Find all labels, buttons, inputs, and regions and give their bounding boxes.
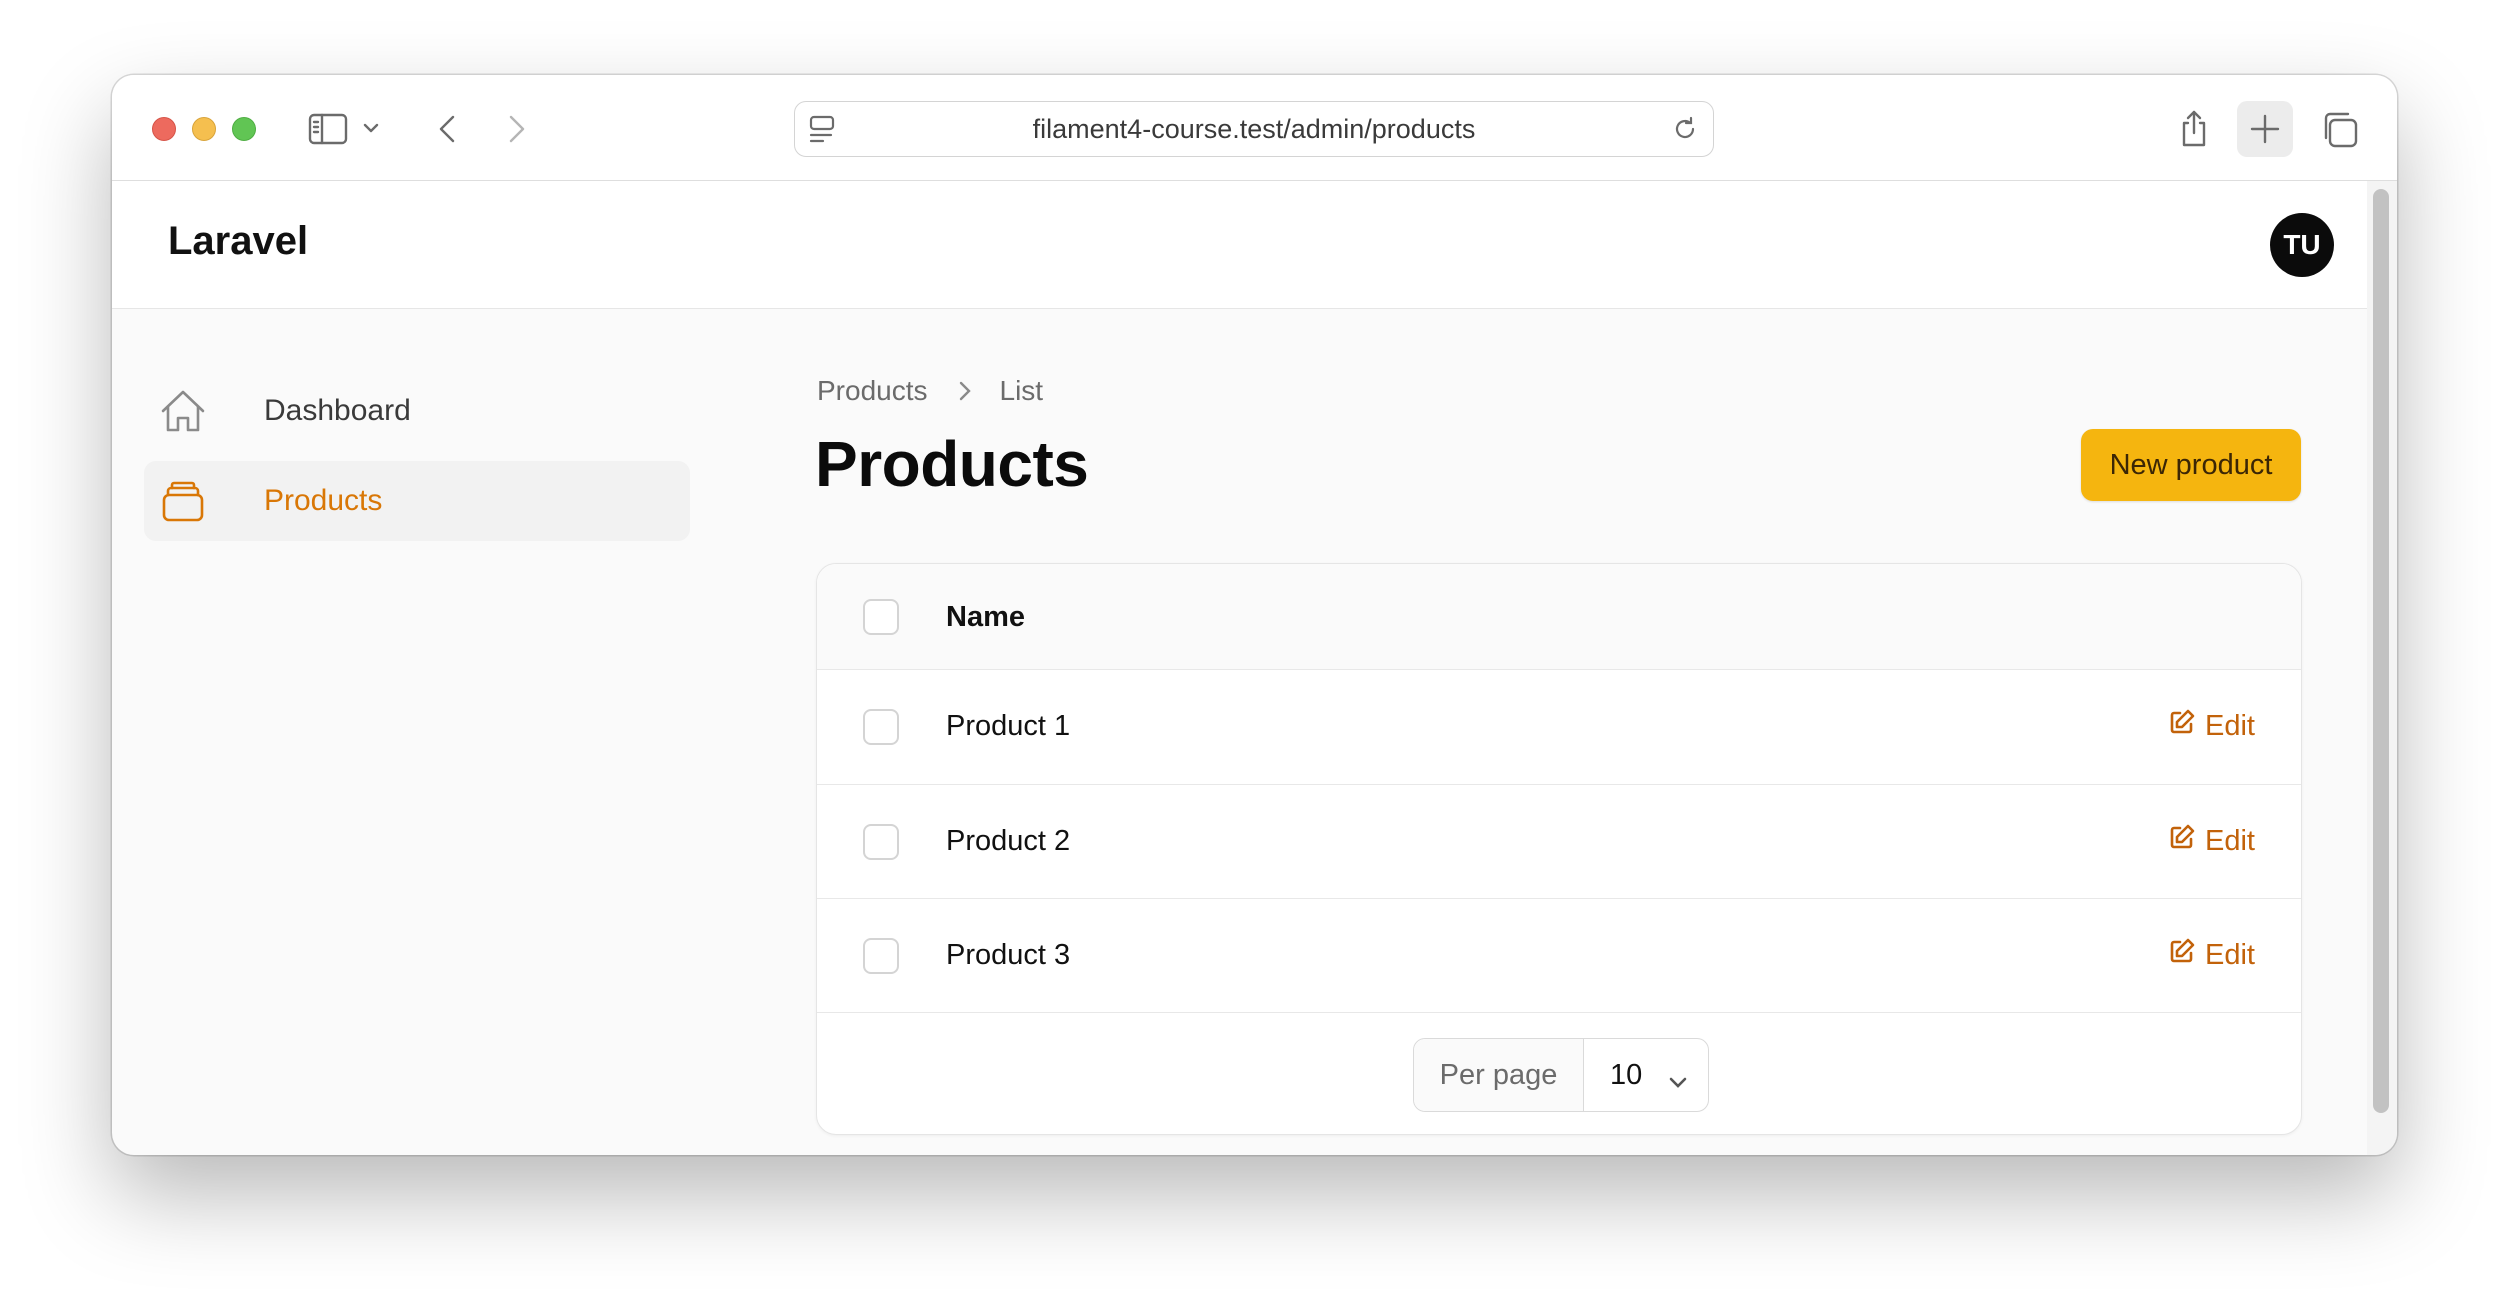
row-checkbox[interactable] bbox=[863, 709, 899, 745]
sidebar-item-label: Products bbox=[264, 484, 383, 517]
tab-overview-icon[interactable] bbox=[2317, 107, 2361, 151]
browser-toolbar: filament4-course.test/admin/products bbox=[112, 75, 2397, 181]
breadcrumb-products[interactable]: Products bbox=[817, 375, 928, 407]
edit-label: Edit bbox=[2205, 824, 2255, 857]
chevron-right-icon bbox=[958, 380, 972, 402]
sidebar-item-label: Dashboard bbox=[264, 394, 411, 427]
share-icon[interactable] bbox=[2172, 105, 2216, 153]
breadcrumb-list: List bbox=[999, 375, 1044, 406]
column-header-name[interactable]: Name bbox=[946, 601, 1025, 634]
sidebar-item-products[interactable]: Products bbox=[144, 461, 690, 541]
per-page-selector: Per page 10 bbox=[1413, 1038, 1709, 1112]
minimize-window-button[interactable] bbox=[192, 117, 216, 141]
product-name: Product 1 bbox=[946, 710, 1071, 742]
brand-logo[interactable]: Laravel bbox=[168, 219, 308, 264]
chevron-down-icon[interactable] bbox=[360, 117, 382, 139]
new-product-button[interactable]: New product bbox=[2081, 429, 2301, 501]
edit-label: Edit bbox=[2205, 709, 2255, 742]
chevron-down-icon bbox=[1668, 1065, 1688, 1098]
table-row[interactable]: Product 2 Edit bbox=[817, 785, 2301, 899]
edit-action[interactable]: Edit bbox=[2169, 938, 2255, 972]
row-checkbox[interactable] bbox=[863, 824, 899, 860]
per-page-select[interactable]: 10 bbox=[1584, 1039, 1708, 1111]
page-settings-icon[interactable] bbox=[809, 115, 835, 148]
browser-window: filament4-course.test/admin/products Lar… bbox=[112, 75, 2397, 1155]
select-all-checkbox[interactable] bbox=[863, 599, 899, 635]
table-header-row: Name bbox=[817, 564, 2301, 670]
reload-icon[interactable] bbox=[1671, 115, 1699, 148]
product-name: Product 3 bbox=[946, 939, 1071, 971]
user-avatar[interactable]: TU bbox=[2270, 213, 2334, 277]
sidebar-toggle-icon[interactable] bbox=[307, 109, 349, 149]
new-tab-icon[interactable] bbox=[2237, 101, 2293, 157]
scrollbar-thumb[interactable] bbox=[2373, 189, 2389, 1113]
forward-arrow-icon[interactable] bbox=[502, 111, 532, 147]
product-name: Product 2 bbox=[946, 825, 1071, 857]
edit-action[interactable]: Edit bbox=[2169, 824, 2255, 858]
edit-label: Edit bbox=[2205, 938, 2255, 971]
per-page-value: 10 bbox=[1610, 1058, 1643, 1091]
sidebar-item-dashboard[interactable]: Dashboard bbox=[144, 371, 690, 451]
breadcrumb: Products List bbox=[817, 375, 1043, 407]
row-checkbox[interactable] bbox=[863, 938, 899, 974]
address-bar[interactable]: filament4-course.test/admin/products bbox=[794, 101, 1714, 157]
home-icon bbox=[160, 389, 206, 438]
edit-icon bbox=[2169, 938, 2195, 972]
maximize-window-button[interactable] bbox=[232, 117, 256, 141]
back-arrow-icon[interactable] bbox=[432, 111, 462, 147]
per-page-label: Per page bbox=[1414, 1039, 1584, 1111]
url-text: filament4-course.test/admin/products bbox=[1032, 113, 1476, 144]
app-topbar: Laravel TU bbox=[112, 181, 2367, 309]
products-table: Name Product 1 Edit Product 2 Edit Produ… bbox=[816, 563, 2302, 1135]
table-row[interactable]: Product 1 Edit bbox=[817, 670, 2301, 785]
close-window-button[interactable] bbox=[152, 117, 176, 141]
table-row[interactable]: Product 3 Edit bbox=[817, 899, 2301, 1013]
archive-box-icon bbox=[160, 479, 206, 528]
edit-icon bbox=[2169, 824, 2195, 858]
edit-icon bbox=[2169, 709, 2195, 743]
page-title: Products bbox=[815, 428, 1089, 500]
edit-action[interactable]: Edit bbox=[2169, 709, 2255, 743]
